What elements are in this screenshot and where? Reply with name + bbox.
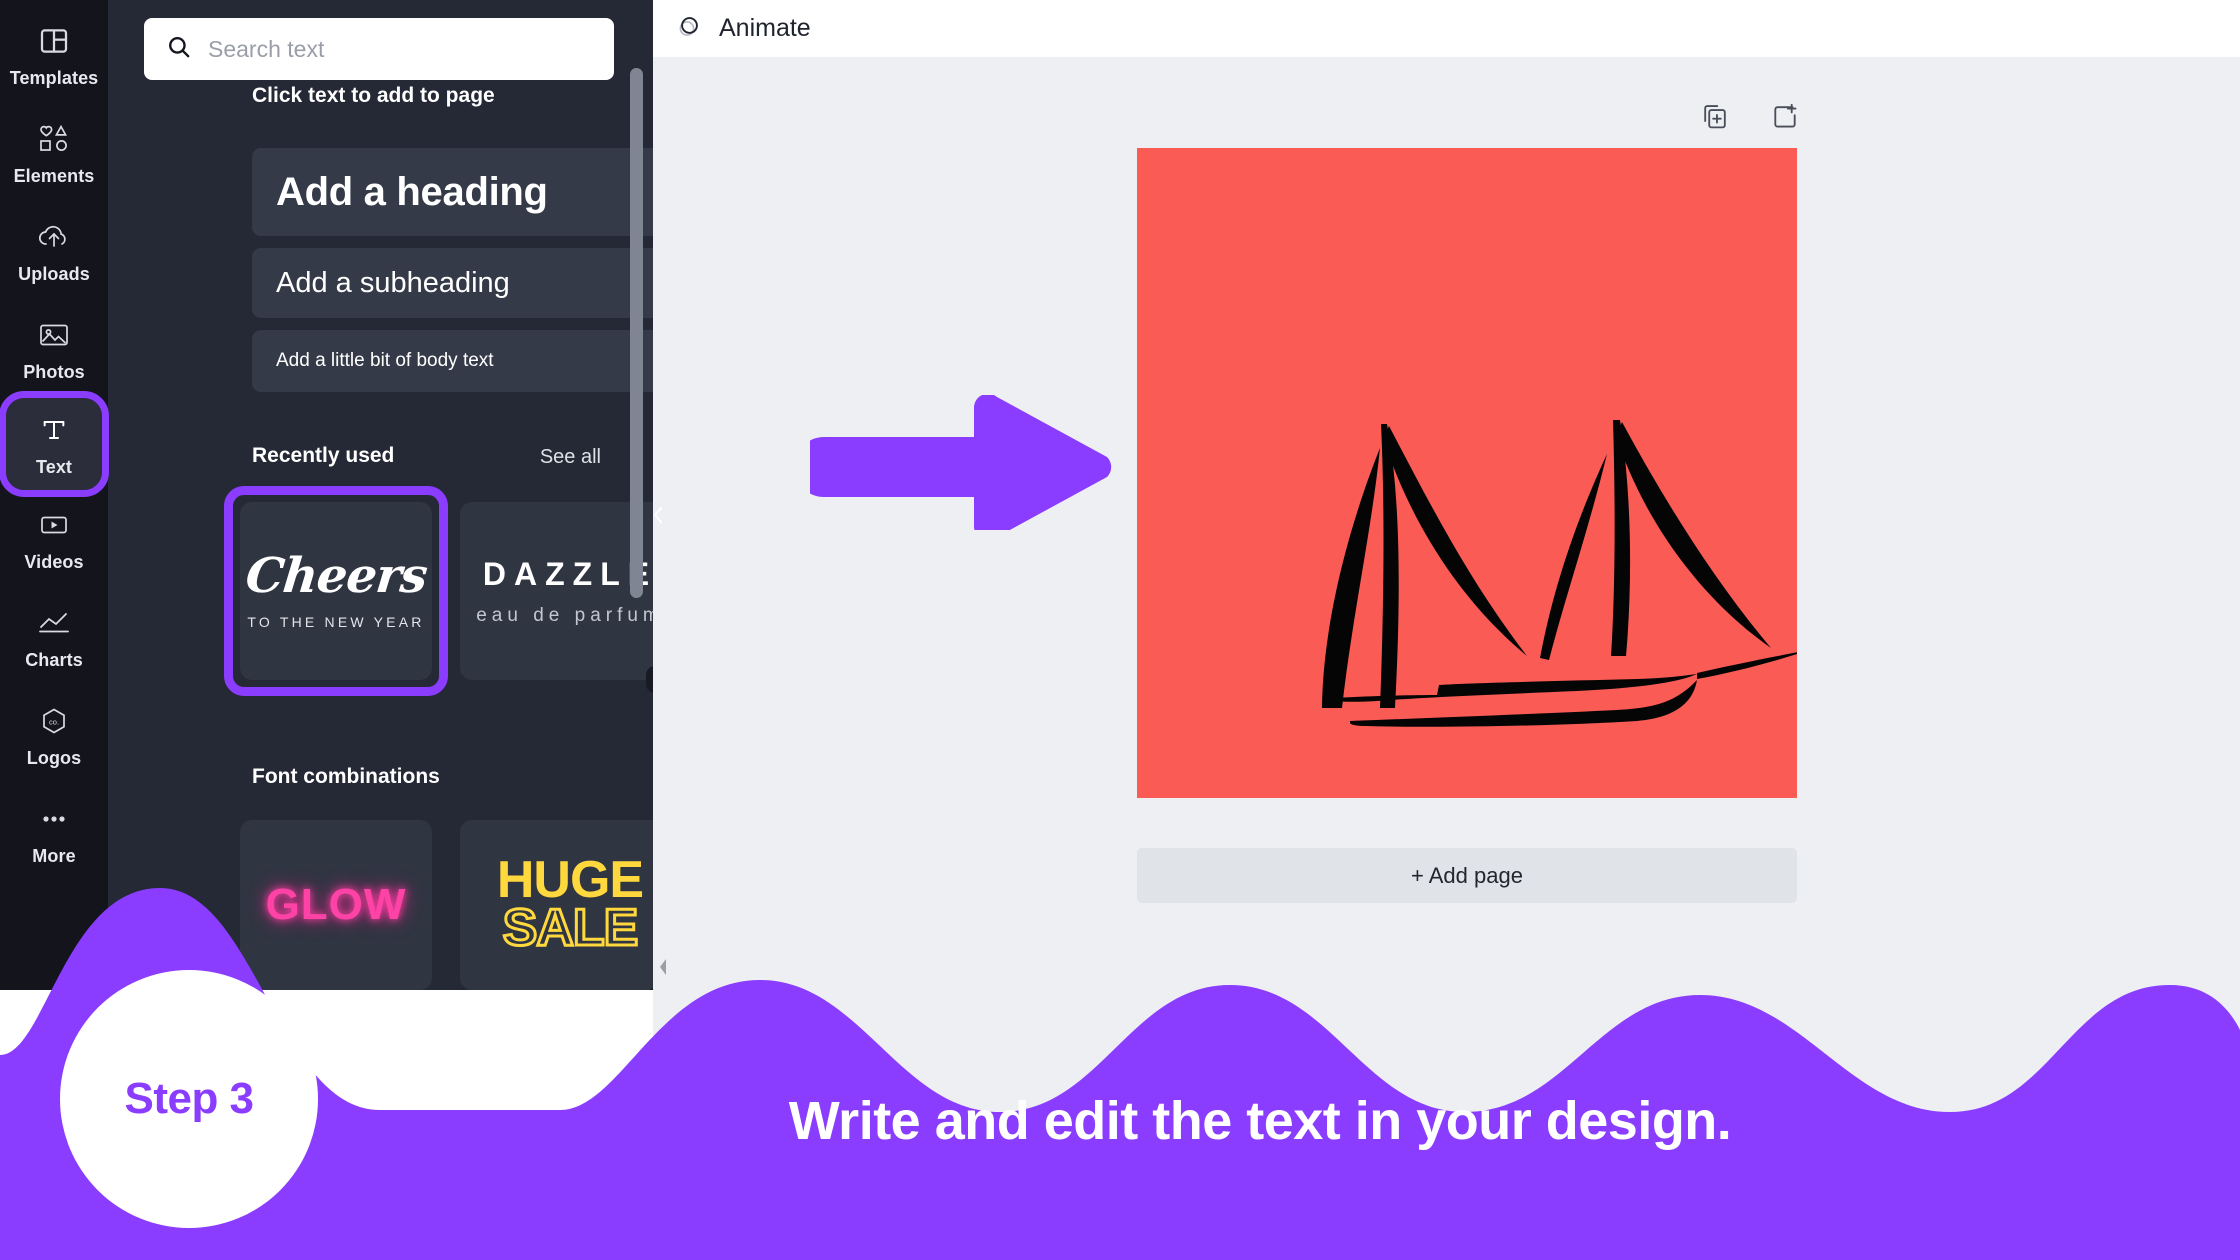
animate-icon <box>675 11 705 46</box>
search-input[interactable]: Search text <box>144 18 614 80</box>
duplicate-page-icon[interactable] <box>1700 102 1730 137</box>
sidebar-item-templates[interactable]: Templates <box>2 6 106 104</box>
animate-button[interactable]: Animate <box>719 14 811 43</box>
uploads-icon <box>37 217 71 257</box>
thumb-sub-text: eau de parfum <box>476 604 653 626</box>
thumb-main-text: GLOW <box>265 880 407 929</box>
font-combinations-row: GLOW HUGE SALE FREE <box>238 820 653 990</box>
sidebar-item-uploads[interactable]: Uploads <box>2 202 106 300</box>
app-root: Templates Elements Uploads Photos Text V… <box>0 0 2240 1260</box>
left-nav-rail: Templates Elements Uploads Photos Text V… <box>0 0 109 990</box>
step-badge-label: Step 3 <box>124 1074 254 1123</box>
svg-text:co.: co. <box>49 718 59 727</box>
canvas-area: + Add page <box>653 57 2240 1260</box>
sidebar-item-elements[interactable]: Elements <box>2 104 106 202</box>
panel-scrollbar[interactable] <box>630 68 643 723</box>
search-icon <box>166 34 192 65</box>
click-to-add-label: Click text to add to page <box>252 84 495 107</box>
logos-icon: co. <box>37 701 71 741</box>
sidebar-label: Uploads <box>18 264 90 284</box>
scrollbar-thumb[interactable] <box>630 68 643 598</box>
free-badge: FREE <box>646 666 653 693</box>
add-page-button[interactable]: + Add page <box>1137 848 1797 903</box>
recently-used-item[interactable]: Cheers TO THE NEW YEAR <box>240 502 432 680</box>
thumb-sub-text: TO THE NEW YEAR <box>247 614 425 630</box>
sidebar-label: Elements <box>13 166 95 186</box>
font-combination-item[interactable]: GLOW <box>240 820 432 990</box>
add-subheading-button[interactable]: Add a subheading <box>252 248 653 318</box>
collapse-canvas-chevron-icon[interactable] <box>651 947 675 987</box>
text-icon <box>38 410 70 450</box>
sailboat-artwork <box>1322 420 1797 727</box>
collapse-panel-chevron-icon[interactable] <box>645 498 671 532</box>
font-combination-item[interactable]: HUGE SALE <box>460 820 653 990</box>
sidebar-item-logos[interactable]: co. Logos <box>2 686 106 784</box>
sidebar-item-photos[interactable]: Photos <box>2 300 106 398</box>
sidebar-label: Videos <box>24 552 84 572</box>
instruction-text: Write and edit the text in your design. <box>788 1091 1732 1151</box>
step-badge: Step 3 <box>60 970 318 1228</box>
sidebar-label: Photos <box>23 362 85 382</box>
recently-used-item[interactable]: DAZZLE eau de parfum <box>460 502 653 680</box>
text-panel: Search text Click text to add to page Ad… <box>108 0 653 990</box>
add-body-text-button[interactable]: Add a little bit of body text <box>252 330 653 392</box>
page-tools <box>1700 102 1800 137</box>
sidebar-item-charts[interactable]: Charts <box>2 588 106 686</box>
design-page-canvas[interactable] <box>1137 148 1797 798</box>
sidebar-label: Logos <box>26 748 82 768</box>
charts-icon <box>37 603 71 643</box>
add-heading-button[interactable]: Add a heading <box>252 148 653 236</box>
top-toolbar: Animate <box>653 0 2240 57</box>
recently-used-row: Cheers TO THE NEW YEAR DAZZLE eau de par… <box>224 486 653 696</box>
search-placeholder: Search text <box>208 35 325 62</box>
font-combinations-title: Font combinations <box>252 765 440 788</box>
thumb-main-text: HUGE <box>496 851 644 910</box>
templates-icon <box>38 21 70 61</box>
sidebar-label: Templates <box>9 68 99 88</box>
recently-used-title: Recently used <box>252 444 395 467</box>
sidebar-label: More <box>32 846 76 866</box>
sidebar-item-videos[interactable]: Videos <box>2 490 106 588</box>
videos-icon <box>38 505 70 545</box>
recently-used-see-all[interactable]: See all <box>540 446 601 469</box>
thumb-main-text: Cheers <box>242 548 430 604</box>
elements-icon <box>37 119 71 159</box>
sidebar-item-text[interactable]: Text <box>0 391 109 497</box>
annotation-arrow-icon <box>794 393 1120 541</box>
sidebar-label: Charts <box>25 650 83 670</box>
photos-icon <box>37 315 71 355</box>
add-page-icon[interactable] <box>1770 102 1800 137</box>
thumb-main-text: DAZZLE <box>482 555 653 592</box>
sidebar-label: Text <box>35 457 73 477</box>
more-icon <box>37 799 71 839</box>
thumb-sub-text: SALE <box>501 899 640 957</box>
sidebar-item-more[interactable]: More <box>2 784 106 882</box>
